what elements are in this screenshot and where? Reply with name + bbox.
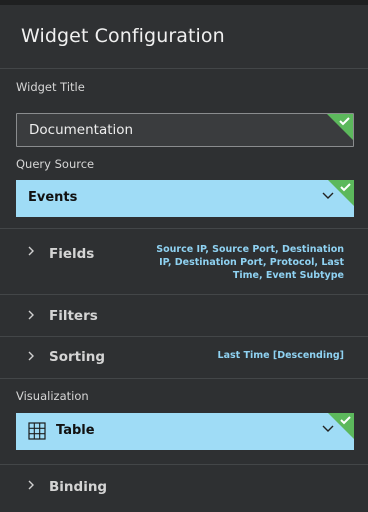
chevron-right-icon bbox=[28, 351, 34, 361]
query-source-select[interactable]: Events bbox=[16, 180, 354, 217]
widget-title-input[interactable]: Documentation bbox=[16, 113, 354, 147]
panel-header: Widget Configuration bbox=[0, 5, 368, 68]
query-source-value: Events bbox=[28, 190, 78, 205]
section-binding[interactable]: Binding bbox=[0, 465, 368, 512]
visualization-select[interactable]: Table bbox=[16, 413, 354, 450]
section-fields[interactable]: Fields Source IP, Source Port, Destinati… bbox=[0, 229, 368, 294]
chevron-right-icon bbox=[28, 480, 34, 490]
chevron-right-icon bbox=[28, 310, 34, 320]
query-source-label: Query Source bbox=[16, 157, 95, 171]
table-icon bbox=[28, 422, 46, 440]
divider bbox=[0, 378, 368, 379]
valid-check-icon bbox=[327, 114, 353, 140]
section-filters-label: Filters bbox=[49, 308, 98, 324]
widget-title-value: Documentation bbox=[29, 122, 134, 138]
divider bbox=[0, 68, 368, 69]
fields-summary-line: Source IP, Source Port, Destination bbox=[156, 244, 344, 255]
fields-summary-line: Time, Event Subtype bbox=[232, 270, 344, 281]
fields-summary-line: IP, Destination Port, Protocol, Last bbox=[159, 257, 344, 268]
section-fields-label: Fields bbox=[49, 246, 95, 262]
section-binding-label: Binding bbox=[49, 479, 108, 495]
widget-title-label: Widget Title bbox=[16, 80, 85, 94]
section-filters[interactable]: Filters bbox=[0, 295, 368, 336]
sorting-summary: Last Time [Descending] bbox=[217, 350, 344, 361]
section-sorting-label: Sorting bbox=[49, 349, 106, 365]
valid-check-icon bbox=[328, 180, 354, 206]
panel-title: Widget Configuration bbox=[21, 25, 225, 47]
section-sorting[interactable]: Sorting Last Time [Descending] bbox=[0, 337, 368, 378]
valid-check-icon bbox=[328, 413, 354, 439]
visualization-label: Visualization bbox=[16, 389, 89, 403]
chevron-right-icon bbox=[28, 246, 34, 256]
visualization-value: Table bbox=[56, 423, 95, 438]
fields-summary: Source IP, Source Port, Destination IP, … bbox=[156, 243, 344, 282]
